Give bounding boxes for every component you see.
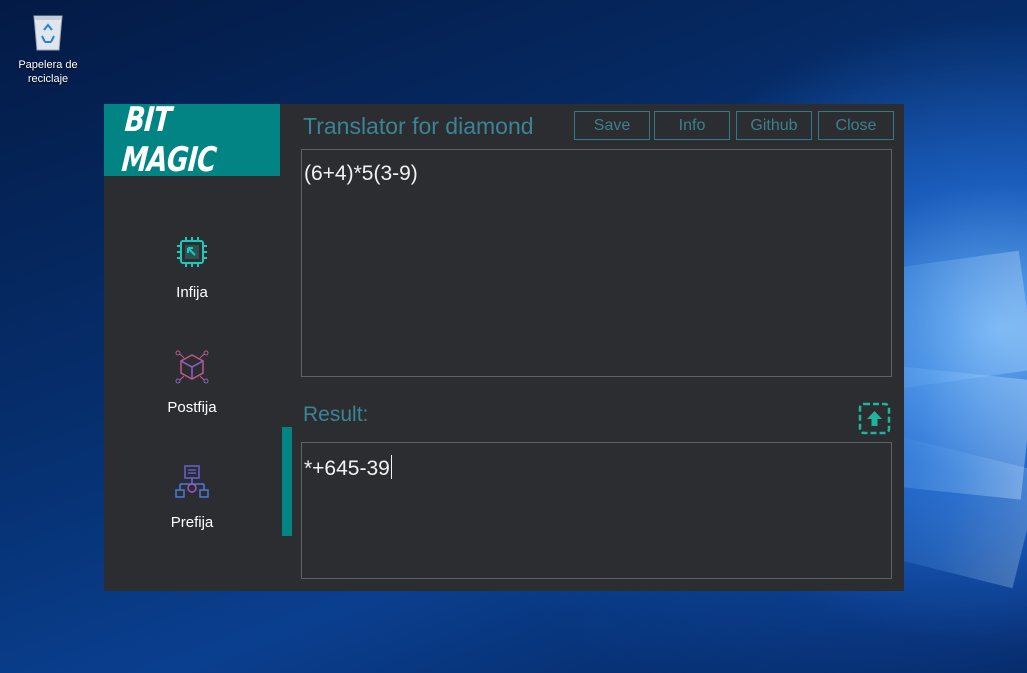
active-nav-indicator bbox=[282, 427, 292, 536]
result-label: Result: bbox=[303, 403, 369, 426]
document-flow-icon bbox=[175, 465, 209, 498]
recycle-bin-label: Papelera de reciclaje bbox=[18, 59, 78, 85]
nav-item-postfija[interactable]: Postfija bbox=[104, 349, 280, 449]
recycle-bin-shortcut[interactable]: Papelera de reciclaje bbox=[12, 8, 84, 86]
result-output[interactable]: *+645-39 bbox=[301, 442, 892, 579]
cpu-chip-icon bbox=[177, 237, 207, 267]
nav-item-prefija[interactable]: Prefija bbox=[104, 464, 280, 564]
github-button[interactable]: Github bbox=[736, 111, 812, 140]
save-button[interactable]: Save bbox=[574, 111, 650, 140]
text-caret bbox=[390, 455, 392, 479]
nav-item-infija[interactable]: Infija bbox=[104, 234, 280, 334]
upload-icon[interactable] bbox=[858, 402, 891, 435]
result-text: *+645-39 bbox=[304, 457, 390, 480]
network-cube-icon bbox=[175, 350, 209, 384]
close-button[interactable]: Close bbox=[818, 111, 894, 140]
page-title: Translator for diamond bbox=[303, 113, 534, 139]
expression-text: (6+4)*5(3-9) bbox=[304, 162, 418, 185]
info-button[interactable]: Info bbox=[654, 111, 730, 140]
nav-label-infija: Infija bbox=[176, 284, 208, 301]
app-logo: BIT MAGIC bbox=[104, 100, 280, 180]
app-window: BIT MAGIC Infija Postfija Prefija Transl… bbox=[104, 100, 904, 591]
logo-text: BIT MAGIC bbox=[120, 100, 218, 180]
nav-label-prefija: Prefija bbox=[170, 514, 214, 531]
sidebar: BIT MAGIC Infija Postfija Prefija bbox=[104, 100, 280, 591]
recycle-bin-icon bbox=[30, 8, 66, 52]
nav-label-postfija: Postfija bbox=[167, 399, 217, 416]
expression-input[interactable]: (6+4)*5(3-9) bbox=[301, 149, 892, 377]
